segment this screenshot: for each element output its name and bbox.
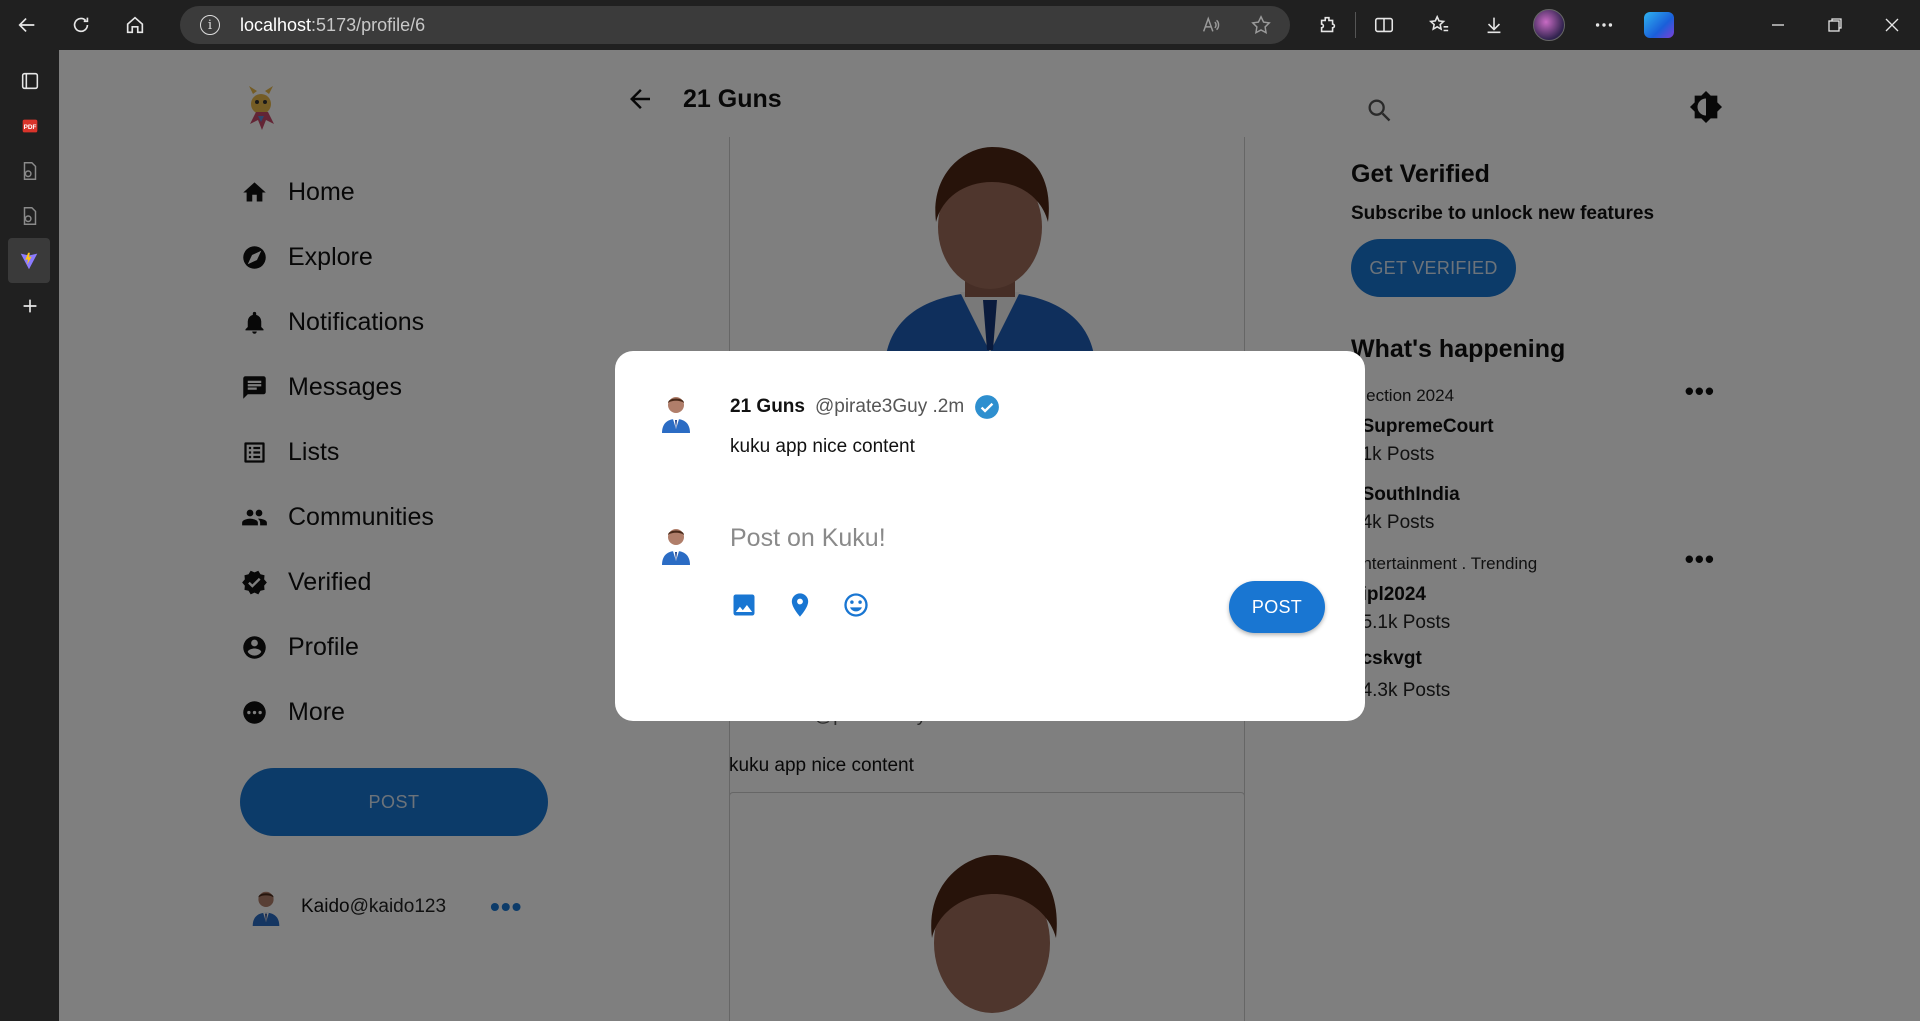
address-bar[interactable]: i localhost:5173/profile/6 xyxy=(180,6,1290,44)
url-host: localhost xyxy=(240,14,312,35)
extensions-icon[interactable] xyxy=(1300,0,1355,50)
downloads-icon[interactable] xyxy=(1466,0,1521,50)
svg-text:PDF: PDF xyxy=(23,123,36,130)
home-browser-icon[interactable] xyxy=(108,0,162,50)
reply-input[interactable] xyxy=(730,516,1310,560)
tab-actions-icon[interactable] xyxy=(0,58,59,103)
browser-sidebar: PDF xyxy=(0,50,59,1021)
doc-tab-icon-2[interactable] xyxy=(0,193,59,238)
avatar xyxy=(662,397,690,433)
compose-tools xyxy=(730,591,870,619)
favorite-star-icon[interactable] xyxy=(1250,14,1272,36)
location-icon[interactable] xyxy=(786,591,814,619)
image-icon[interactable] xyxy=(730,591,758,619)
settings-more-icon[interactable] xyxy=(1576,0,1631,50)
modal-post-handle: @pirate3Guy .2m xyxy=(814,396,965,417)
modal-post-name: 21 Guns xyxy=(730,396,805,417)
split-screen-icon[interactable] xyxy=(1356,0,1411,50)
restore-icon[interactable] xyxy=(1806,0,1863,50)
reply-modal: 21 Guns @pirate3Guy .2m kuku app nice co… xyxy=(615,351,1365,721)
pdf-tab-icon[interactable]: PDF xyxy=(0,103,59,148)
profile-avatar[interactable] xyxy=(1521,0,1576,50)
minimize-icon[interactable] xyxy=(1749,0,1806,50)
emoji-icon[interactable] xyxy=(842,591,870,619)
url-path: :5173/profile/6 xyxy=(311,14,426,35)
favorites-icon[interactable] xyxy=(1411,0,1466,50)
read-aloud-icon[interactable] xyxy=(1200,14,1222,36)
close-window-icon[interactable] xyxy=(1863,0,1920,50)
vite-tab-icon[interactable] xyxy=(8,238,50,283)
modal-post-text: kuku app nice content xyxy=(730,436,915,457)
avatar xyxy=(662,529,690,565)
browser-toolbar: i localhost:5173/profile/6 xyxy=(0,0,1920,50)
copilot-icon[interactable] xyxy=(1631,0,1686,50)
refresh-icon[interactable] xyxy=(54,0,108,50)
verified-badge-icon xyxy=(975,395,1000,419)
back-icon[interactable] xyxy=(0,0,54,50)
new-tab-icon[interactable] xyxy=(0,283,59,328)
modal-post-button[interactable]: POST xyxy=(1229,581,1325,633)
modal-post-header: 21 Guns @pirate3Guy .2m xyxy=(730,394,1000,420)
site-info-icon[interactable]: i xyxy=(200,15,220,35)
doc-tab-icon[interactable] xyxy=(0,148,59,193)
